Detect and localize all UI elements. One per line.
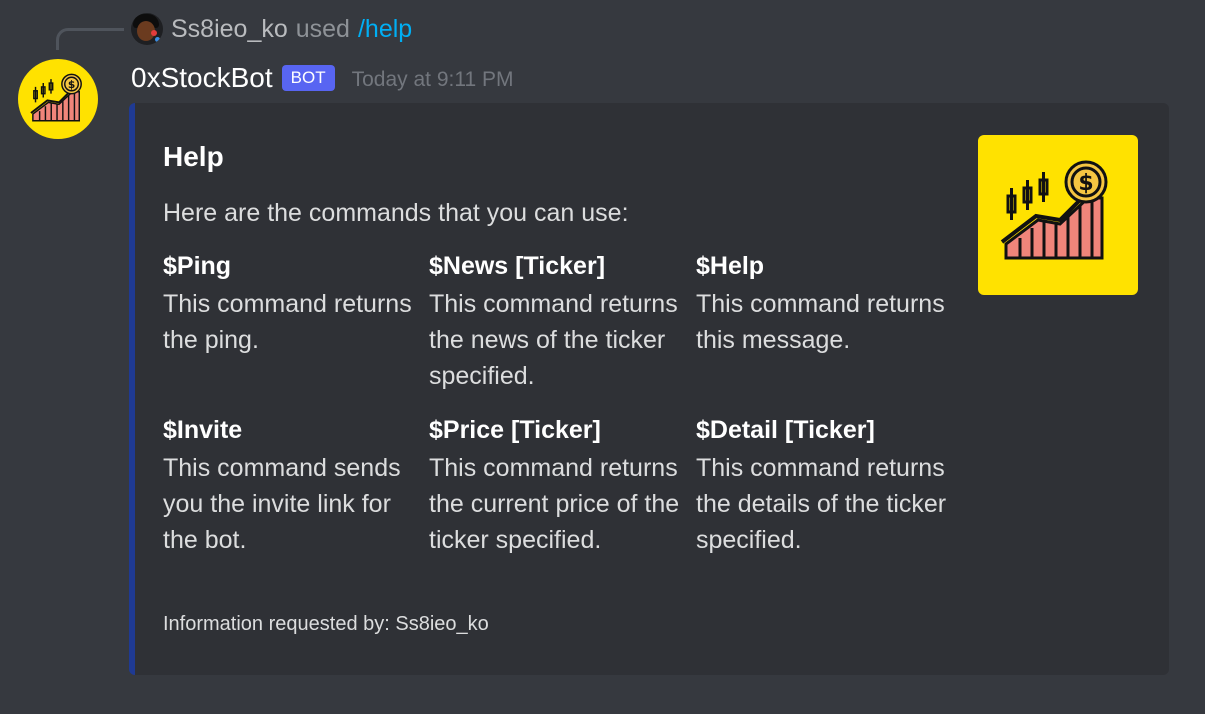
reply-connector-line [56,28,124,50]
reply-used-label: used [295,14,350,43]
slash-command-link[interactable]: /help [358,15,412,44]
message-header: 0xStockBot BOT Today at 9:11 PM [131,59,513,97]
embed-title: Help [163,141,224,172]
field-value: This command sends you the invite link f… [163,454,401,554]
embed-field-ping: $Ping This command returns the ping. [163,249,425,358]
svg-text:$: $ [1078,171,1093,196]
field-name: $News [Ticker] [429,252,606,280]
svg-text:$: $ [68,78,75,91]
field-name: $Ping [163,252,232,280]
stock-growth-coin-icon: $ [30,73,82,122]
field-value: This command returns the current price o… [429,454,680,554]
replied-user-avatar[interactable] [131,13,163,45]
field-name: $Help [696,252,765,280]
embed-field-help: $Help This command returns this message. [696,249,958,358]
field-value: This command returns the ping. [163,290,412,354]
stock-growth-coin-icon: $ [1000,160,1108,260]
field-value: This command returns the news of the tic… [429,290,678,390]
embed-field-price: $Price [Ticker] This command returns the… [429,413,691,558]
bot-avatar[interactable]: $ [18,59,98,139]
bot-username[interactable]: 0xStockBot [131,62,273,94]
embed-field-detail: $Detail [Ticker] This command returns th… [696,413,958,558]
replied-username[interactable]: Ss8ieo_ko [171,15,288,44]
embed-description: Here are the commands that you can use: [163,199,629,227]
bot-tag-badge: BOT [281,65,335,91]
embed-thumbnail[interactable]: $ [978,135,1138,295]
field-value: This command returns the details of the … [696,454,947,554]
embed-field-invite: $Invite This command sends you the invit… [163,413,425,558]
help-embed: Help Here are the commands that you can … [129,103,1169,675]
reply-reference[interactable]: Ss8ieo_ko used /help [131,12,412,46]
field-name: $Price [Ticker] [429,416,601,444]
field-name: $Invite [163,416,243,444]
embed-footer: Information requested by: Ss8ieo_ko [163,613,489,635]
embed-field-news: $News [Ticker] This command returns the … [429,249,691,394]
message-timestamp[interactable]: Today at 9:11 PM [352,68,514,92]
field-value: This command returns this message. [696,290,945,354]
field-name: $Detail [Ticker] [696,416,875,444]
